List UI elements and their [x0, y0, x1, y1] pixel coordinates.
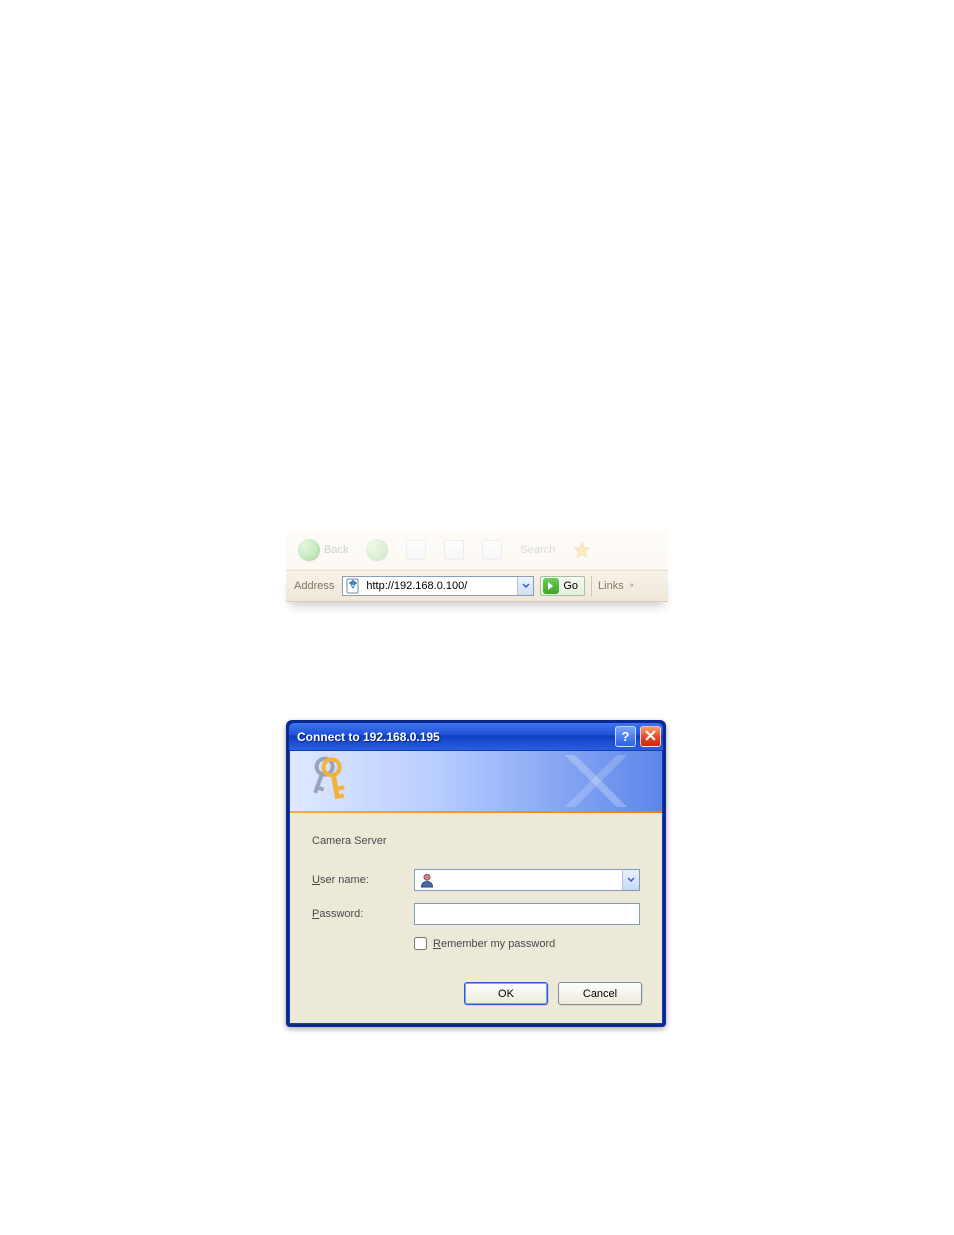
- forward-button[interactable]: [366, 539, 388, 561]
- user-icon: [419, 872, 435, 888]
- address-label: Address: [294, 580, 334, 592]
- dialog-body: Camera Server User name:: [289, 750, 663, 1024]
- go-label: Go: [563, 580, 578, 592]
- ie-toolbar: Back Search Address: [286, 530, 668, 602]
- auth-dialog: Connect to 192.168.0.195 ?: [286, 720, 666, 1027]
- cancel-button[interactable]: Cancel: [558, 982, 642, 1005]
- password-row: Password:: [312, 903, 640, 925]
- server-realm-label: Camera Server: [312, 835, 640, 847]
- remember-checkbox[interactable]: [414, 937, 427, 950]
- address-input[interactable]: [364, 579, 517, 593]
- username-combo[interactable]: [414, 869, 640, 891]
- links-label: Links: [598, 580, 624, 592]
- stop-button[interactable]: [406, 540, 426, 560]
- ok-button[interactable]: OK: [464, 982, 548, 1005]
- address-field[interactable]: [342, 576, 534, 596]
- favorites-icon[interactable]: [573, 541, 591, 559]
- help-icon: ?: [622, 729, 630, 744]
- address-dropdown[interactable]: [517, 577, 533, 595]
- dialog-titlebar[interactable]: Connect to 192.168.0.195 ?: [289, 723, 663, 750]
- remember-label[interactable]: Remember my password: [433, 938, 555, 950]
- home-button[interactable]: [482, 540, 502, 560]
- dialog-banner: [290, 751, 662, 811]
- username-dropdown[interactable]: [622, 870, 639, 890]
- back-label: Back: [324, 544, 348, 556]
- address-row: Address Go Links »: [286, 570, 668, 602]
- refresh-button[interactable]: [444, 540, 464, 560]
- password-label: Password:: [312, 908, 414, 920]
- close-icon: [645, 730, 656, 744]
- go-arrow-icon: [543, 578, 559, 594]
- search-label: Search: [520, 544, 555, 556]
- password-input[interactable]: [414, 903, 640, 925]
- remember-row: Remember my password: [414, 937, 640, 950]
- username-input[interactable]: [439, 872, 622, 888]
- back-icon: [298, 539, 320, 561]
- dialog-buttons: OK Cancel: [290, 966, 662, 1023]
- back-button[interactable]: Back: [298, 539, 348, 561]
- dialog-form: Camera Server User name:: [290, 813, 662, 966]
- go-button[interactable]: Go: [540, 576, 585, 596]
- username-row: User name:: [312, 869, 640, 891]
- ie-nav-row: Back Search: [286, 530, 668, 570]
- username-label: User name:: [312, 874, 414, 886]
- help-button[interactable]: ?: [615, 726, 636, 747]
- keys-icon: [304, 755, 354, 810]
- links-overflow-icon[interactable]: »: [630, 584, 634, 588]
- dialog-title: Connect to 192.168.0.195: [297, 730, 611, 744]
- toolbar-separator: [591, 576, 592, 596]
- ie-page-icon: [345, 578, 361, 594]
- close-button[interactable]: [640, 726, 661, 747]
